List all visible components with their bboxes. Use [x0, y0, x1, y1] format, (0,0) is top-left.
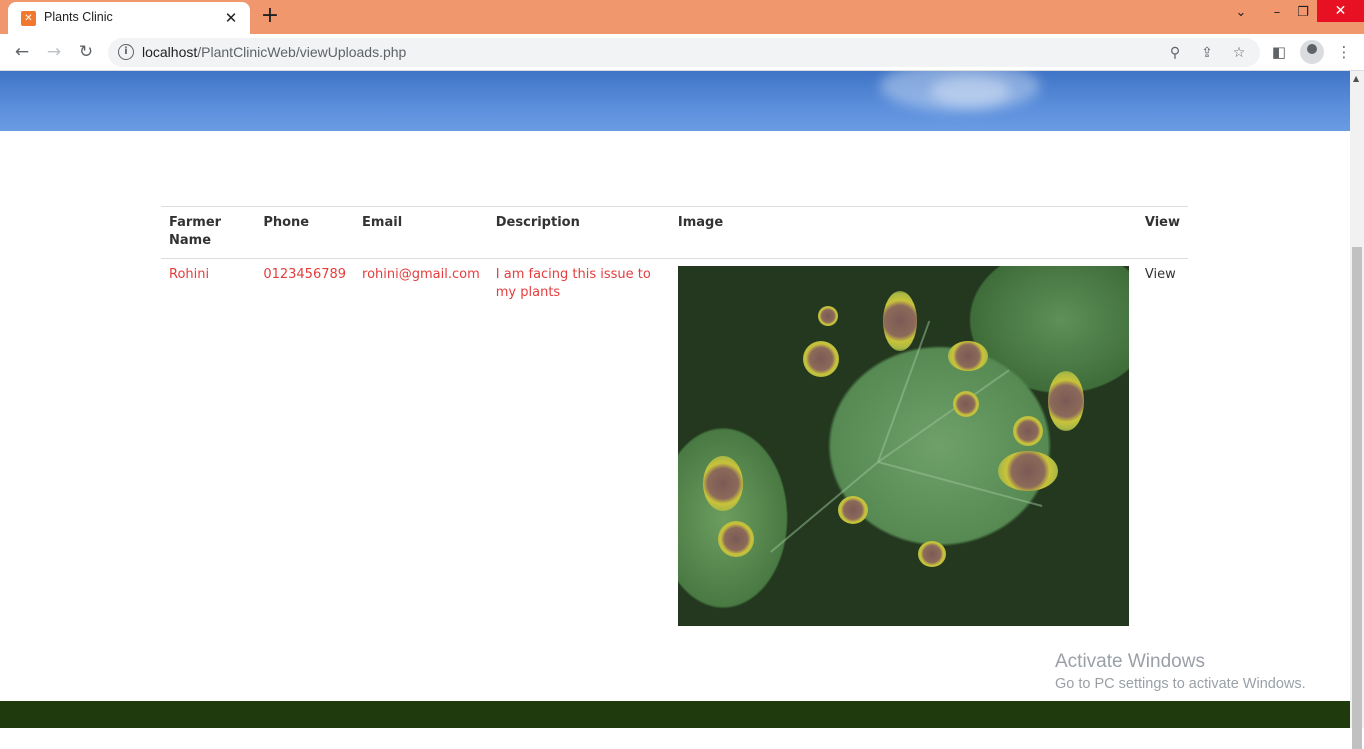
watermark-subtitle: Go to PC settings to activate Windows. — [1055, 676, 1306, 692]
activate-windows-watermark: Activate Windows Go to PC settings to ac… — [1055, 651, 1306, 692]
table-row: Rohini 0123456789 rohini@gmail.com I am … — [161, 259, 1188, 634]
forward-icon[interactable]: → — [42, 40, 66, 64]
zoom-icon[interactable]: ⚲ — [1164, 42, 1186, 64]
close-tab-icon[interactable]: ✕ — [221, 8, 241, 28]
share-icon[interactable]: ⇪ — [1196, 42, 1218, 64]
page-scrollbar[interactable]: ▲ — [1350, 71, 1364, 749]
scrollbar-thumb[interactable] — [1352, 247, 1362, 749]
back-icon[interactable]: ← — [10, 40, 34, 64]
side-panel-icon[interactable]: ◧ — [1267, 40, 1291, 64]
diseased-leaf-image — [677, 266, 1129, 626]
cell-farmer-name: Rohini — [169, 267, 210, 282]
page-viewport: Farmer Name Phone Email Description Imag… — [0, 71, 1350, 728]
header-email: Email — [354, 206, 488, 259]
menu-kebab-icon[interactable]: ⋮ — [1332, 40, 1356, 64]
site-info-icon[interactable]: i — [118, 44, 134, 60]
page-footer — [0, 701, 1350, 728]
tab-search-icon[interactable]: ⌄ — [1224, 0, 1258, 30]
address-bar[interactable]: i localhost/PlantClinicWeb/viewUploads.p… — [108, 38, 1260, 67]
cell-image — [670, 259, 1137, 634]
view-link[interactable]: View — [1137, 259, 1188, 634]
uploads-table: Farmer Name Phone Email Description Imag… — [161, 206, 1188, 633]
header-image: Image — [669, 206, 1137, 259]
window-close-button[interactable]: ✕ — [1317, 0, 1364, 22]
cell-phone: 0123456789 — [263, 267, 347, 282]
new-tab-button[interactable]: + — [258, 4, 282, 28]
profile-avatar-icon[interactable] — [1300, 40, 1324, 64]
url-text[interactable]: localhost/PlantClinicWeb/viewUploads.php — [142, 44, 406, 60]
sky-banner-image — [0, 71, 1350, 131]
browser-toolbar: ← → ↻ i localhost/PlantClinicWeb/viewUpl… — [0, 34, 1364, 71]
cell-description: I am facing this issue to my plants — [495, 267, 651, 300]
header-view: View — [1136, 206, 1188, 259]
watermark-title: Activate Windows — [1055, 651, 1205, 672]
tab-title: Plants Clinic — [44, 10, 113, 24]
table-header-row: Farmer Name Phone Email Description Imag… — [161, 206, 1188, 259]
header-phone: Phone — [255, 206, 355, 259]
browser-tab[interactable]: ✕ Plants Clinic ✕ — [8, 2, 250, 34]
scroll-up-arrow-icon[interactable]: ▲ — [1353, 74, 1359, 83]
tab-strip: ✕ Plants Clinic ✕ + ⌄ – ❐ ✕ — [0, 0, 1364, 34]
reload-icon[interactable]: ↻ — [74, 40, 98, 64]
header-farmer-name: Farmer Name — [161, 206, 256, 259]
header-description: Description — [487, 206, 670, 259]
xampp-favicon-icon: ✕ — [21, 11, 36, 26]
bookmark-star-icon[interactable]: ☆ — [1228, 42, 1250, 64]
restore-button[interactable]: ❐ — [1286, 0, 1320, 30]
cell-email: rohini@gmail.com — [362, 267, 480, 282]
